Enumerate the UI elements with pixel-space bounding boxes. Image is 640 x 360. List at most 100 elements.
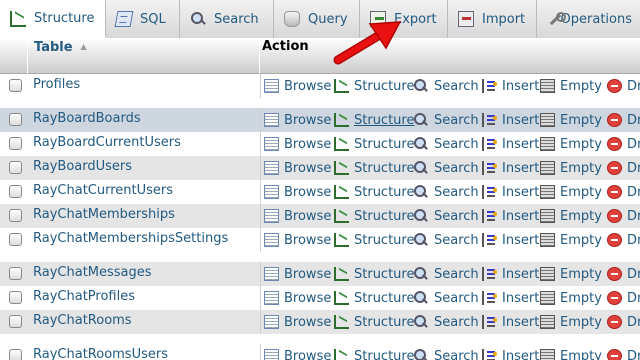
drop-link[interactable]: Dr bbox=[607, 313, 640, 331]
table-row[interactable]: RayChatRoomsUsers Browse Structure Search In… bbox=[0, 344, 640, 360]
table-row[interactable]: RayBoardBoards Browse Structure Search Inser… bbox=[0, 108, 640, 132]
table-name-link[interactable]: RayChatMembershipsSettings bbox=[33, 231, 228, 246]
search-link[interactable]: Search bbox=[414, 111, 479, 129]
search-link[interactable]: Search bbox=[414, 207, 479, 225]
row-checkbox[interactable] bbox=[9, 233, 22, 246]
browse-link[interactable]: Browse bbox=[264, 159, 331, 177]
table-row[interactable]: RayChatCurrentUsers Browse Structure Search… bbox=[0, 180, 640, 204]
structure-link[interactable]: Structure bbox=[334, 289, 414, 307]
table-name-link[interactable]: RayChatMessages bbox=[33, 265, 152, 280]
structure-link[interactable]: Structure bbox=[334, 207, 414, 225]
browse-link[interactable]: Browse bbox=[264, 265, 331, 283]
browse-link[interactable]: Browse bbox=[264, 207, 331, 225]
row-checkbox[interactable] bbox=[9, 291, 22, 304]
empty-link[interactable]: Empty bbox=[540, 289, 602, 307]
search-link[interactable]: Search bbox=[414, 347, 479, 360]
tab-operations[interactable]: Operations bbox=[537, 0, 640, 38]
row-checkbox[interactable] bbox=[9, 209, 22, 222]
search-link[interactable]: Search bbox=[414, 313, 479, 331]
table-row[interactable]: RayChatMessages Browse Structure Search Inse… bbox=[0, 262, 640, 286]
tab-sql[interactable]: SQL bbox=[106, 0, 180, 38]
table-row[interactable]: RayBoardUsers Browse Structure Search Insert… bbox=[0, 156, 640, 180]
structure-link[interactable]: Structure bbox=[334, 183, 414, 201]
empty-link[interactable]: Empty bbox=[540, 135, 602, 153]
browse-link[interactable]: Browse bbox=[264, 313, 331, 331]
drop-link[interactable]: Dr bbox=[607, 159, 640, 177]
table-row[interactable]: RayChatMembershipsSettings Browse Structur… bbox=[0, 228, 640, 252]
insert-link[interactable]: Insert bbox=[482, 159, 539, 177]
table-name-link[interactable]: RayChatCurrentUsers bbox=[33, 183, 173, 198]
table-name-link[interactable]: RayChatRooms bbox=[33, 313, 132, 328]
structure-link[interactable]: Structure bbox=[334, 77, 414, 95]
drop-link[interactable]: Dr bbox=[607, 135, 640, 153]
search-link[interactable]: Search bbox=[414, 135, 479, 153]
browse-link[interactable]: Browse bbox=[264, 111, 331, 129]
empty-link[interactable]: Empty bbox=[540, 265, 602, 283]
table-row[interactable]: RayChatRooms Browse Structure Search Insert E… bbox=[0, 310, 640, 334]
row-checkbox[interactable] bbox=[9, 349, 22, 360]
table-row[interactable]: RayBoardCurrentUsers Browse Structure Searc… bbox=[0, 132, 640, 156]
table-name-link[interactable]: RayChatRoomsUsers bbox=[33, 347, 168, 360]
insert-link[interactable]: Insert bbox=[482, 313, 539, 331]
drop-link[interactable]: Dr bbox=[607, 289, 640, 307]
row-checkbox[interactable] bbox=[9, 137, 22, 150]
empty-link[interactable]: Empty bbox=[540, 159, 602, 177]
drop-link[interactable]: Dr bbox=[607, 265, 640, 283]
empty-link[interactable]: Empty bbox=[540, 347, 602, 360]
row-checkbox[interactable] bbox=[9, 79, 22, 92]
empty-link[interactable]: Empty bbox=[540, 77, 602, 95]
tab-structure[interactable]: Structure bbox=[0, 0, 106, 38]
table-name-link[interactable]: RayBoardBoards bbox=[33, 111, 141, 126]
row-checkbox[interactable] bbox=[9, 185, 22, 198]
table-name-link[interactable]: Profiles bbox=[33, 77, 80, 92]
insert-link[interactable]: Insert bbox=[482, 207, 539, 225]
drop-link[interactable]: Dr bbox=[607, 207, 640, 225]
row-checkbox[interactable] bbox=[9, 315, 22, 328]
row-checkbox[interactable] bbox=[9, 113, 22, 126]
search-link[interactable]: Search bbox=[414, 159, 479, 177]
table-column-header[interactable]: Table ▲ bbox=[28, 38, 260, 74]
empty-link[interactable]: Empty bbox=[540, 231, 602, 249]
empty-link[interactable]: Empty bbox=[540, 313, 602, 331]
browse-link[interactable]: Browse bbox=[264, 135, 331, 153]
browse-link[interactable]: Browse bbox=[264, 183, 331, 201]
insert-link[interactable]: Insert bbox=[482, 135, 539, 153]
browse-link[interactable]: Browse bbox=[264, 231, 331, 249]
browse-link[interactable]: Browse bbox=[264, 347, 331, 360]
table-row[interactable]: Profiles Browse Structure Search Insert Empty… bbox=[0, 74, 640, 98]
empty-link[interactable]: Empty bbox=[540, 111, 602, 129]
drop-link[interactable]: Dr bbox=[607, 183, 640, 201]
drop-link[interactable]: Dr bbox=[607, 347, 640, 360]
structure-link[interactable]: Structure bbox=[334, 313, 414, 331]
insert-link[interactable]: Insert bbox=[482, 265, 539, 283]
row-checkbox[interactable] bbox=[9, 161, 22, 174]
tab-search[interactable]: Search bbox=[180, 0, 274, 38]
structure-link[interactable]: Structure bbox=[334, 135, 414, 153]
search-link[interactable]: Search bbox=[414, 77, 479, 95]
insert-link[interactable]: Insert bbox=[482, 111, 539, 129]
table-name-link[interactable]: RayBoardCurrentUsers bbox=[33, 135, 181, 150]
table-name-link[interactable]: RayBoardUsers bbox=[33, 159, 132, 174]
table-name-link[interactable]: RayChatMemberships bbox=[33, 207, 175, 222]
search-link[interactable]: Search bbox=[414, 231, 479, 249]
insert-link[interactable]: Insert bbox=[482, 347, 539, 360]
table-row[interactable]: RayChatMemberships Browse Structure Search I… bbox=[0, 204, 640, 228]
structure-link[interactable]: Structure bbox=[334, 231, 414, 249]
row-checkbox[interactable] bbox=[9, 267, 22, 280]
search-link[interactable]: Search bbox=[414, 289, 479, 307]
browse-link[interactable]: Browse bbox=[264, 77, 331, 95]
insert-link[interactable]: Insert bbox=[482, 289, 539, 307]
insert-link[interactable]: Insert bbox=[482, 231, 539, 249]
empty-link[interactable]: Empty bbox=[540, 207, 602, 225]
drop-link[interactable]: Dr bbox=[607, 77, 640, 95]
tab-import[interactable]: Import bbox=[448, 0, 537, 38]
structure-link[interactable]: Structure bbox=[334, 159, 414, 177]
structure-link[interactable]: Structure bbox=[334, 347, 414, 360]
structure-link[interactable]: Structure bbox=[334, 111, 414, 129]
search-link[interactable]: Search bbox=[414, 183, 479, 201]
structure-link[interactable]: Structure bbox=[334, 265, 414, 283]
browse-link[interactable]: Browse bbox=[264, 289, 331, 307]
table-name-link[interactable]: RayChatProfiles bbox=[33, 289, 135, 304]
search-link[interactable]: Search bbox=[414, 265, 479, 283]
insert-link[interactable]: Insert bbox=[482, 77, 539, 95]
